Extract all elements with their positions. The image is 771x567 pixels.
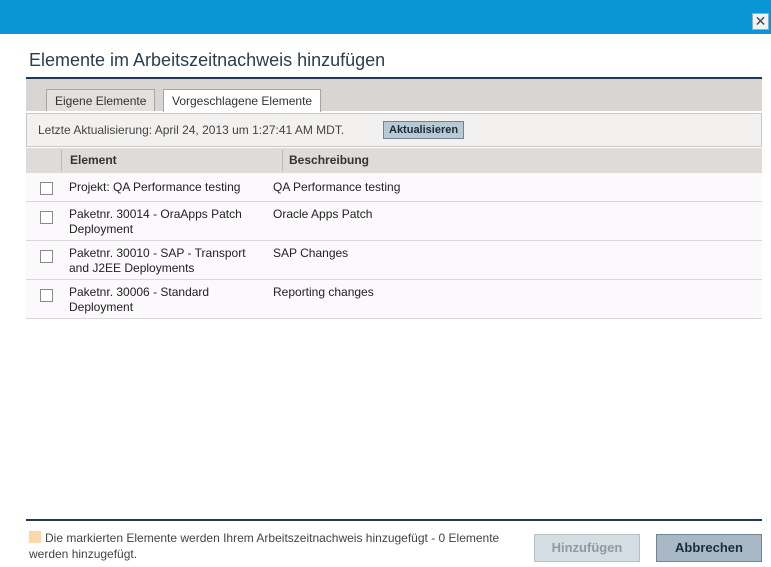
add-button[interactable]: Hinzufügen <box>534 534 640 562</box>
cell-description: QA Performance testing <box>273 180 401 194</box>
row-checkbox[interactable] <box>40 289 53 302</box>
row-checkbox[interactable] <box>40 182 53 195</box>
items-table: Element Beschreibung Projekt: QA Perform… <box>26 148 762 319</box>
cell-element: Paketnr. 30006 - Standard Deployment <box>69 285 210 314</box>
refresh-button[interactable]: Aktualisieren <box>383 121 465 139</box>
dialog-titlebar: ✕ <box>0 0 771 34</box>
table-row: Projekt: QA Performance testing QA Perfo… <box>26 173 762 202</box>
table-row: Paketnr. 30014 - OraApps Patch Deploymen… <box>26 202 762 241</box>
column-header-description[interactable]: Beschreibung <box>289 153 369 167</box>
column-divider <box>282 150 283 171</box>
cell-description: Oracle Apps Patch <box>273 207 373 221</box>
table-header: Element Beschreibung <box>26 148 762 173</box>
cell-element: Paketnr. 30010 - SAP - Transport and J2E… <box>69 246 246 275</box>
cell-element: Projekt: QA Performance testing <box>69 180 241 194</box>
column-divider <box>61 150 62 171</box>
close-icon[interactable]: ✕ <box>752 13 769 30</box>
cell-element: Paketnr. 30014 - OraApps Patch Deploymen… <box>69 207 242 236</box>
tab-bar: Eigene Elemente Vorgeschlagene Elemente <box>26 79 762 112</box>
legend-text: Die markierten Elemente werden Ihrem Arb… <box>29 531 500 561</box>
dialog-title: Elemente im Arbeitszeitnachweis hinzufüg… <box>29 50 386 70</box>
cell-description: Reporting changes <box>273 285 374 299</box>
cell-description: SAP Changes <box>273 246 349 260</box>
tab-own-items[interactable]: Eigene Elemente <box>46 89 156 111</box>
last-update-text: Letzte Aktualisierung: April 24, 2013 um… <box>38 123 345 137</box>
row-checkbox[interactable] <box>40 211 53 224</box>
footer-divider <box>26 519 762 521</box>
table-row: Paketnr. 30010 - SAP - Transport and J2E… <box>26 241 762 280</box>
column-header-element[interactable]: Element <box>70 153 117 167</box>
row-checkbox[interactable] <box>40 250 53 263</box>
table-row: Paketnr. 30006 - Standard Deployment Rep… <box>26 280 762 319</box>
refresh-toolbar: Letzte Aktualisierung: April 24, 2013 um… <box>26 113 762 147</box>
tab-suggested-items[interactable]: Vorgeschlagene Elemente <box>163 89 322 112</box>
cancel-button[interactable]: Abbrechen <box>656 534 762 562</box>
